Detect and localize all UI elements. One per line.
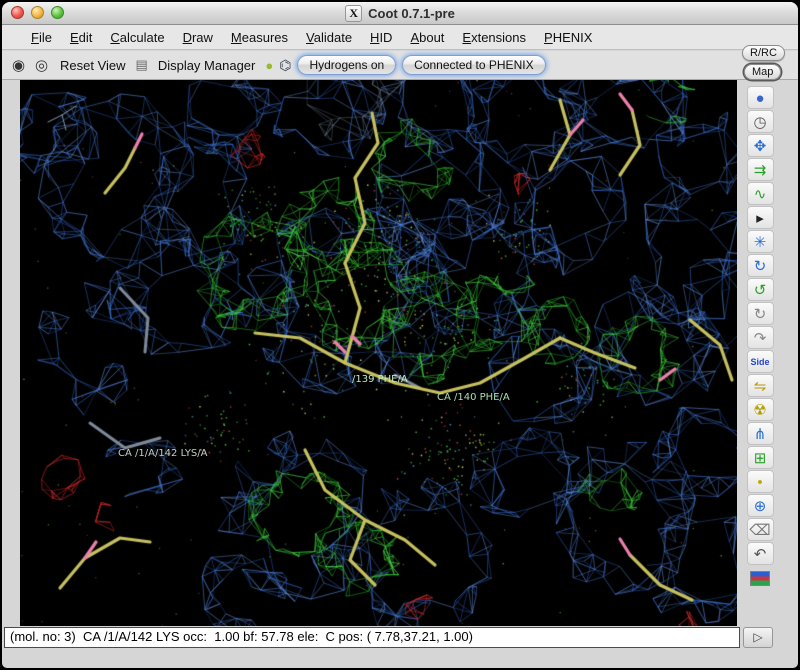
- menu-about[interactable]: About: [401, 28, 453, 47]
- menu-measures[interactable]: Measures: [222, 28, 297, 47]
- add-terminal-residue-icon[interactable]: ☢: [747, 398, 774, 421]
- menu-hid[interactable]: HID: [361, 28, 401, 47]
- window-title: Coot 0.7.1-pre: [368, 6, 455, 21]
- delete-item-icon[interactable]: ⌫: [747, 518, 774, 541]
- bond-stick-icon[interactable]: ⌬: [279, 57, 291, 74]
- rigid-body-fit-icon[interactable]: ✳: [747, 230, 774, 253]
- add-water-icon[interactable]: ⊕: [747, 494, 774, 517]
- toolbar: ◉ ◎ Reset View ▤ Display Manager ● ⌬ Hyd…: [2, 51, 798, 80]
- translate-view-icon[interactable]: ✥: [747, 134, 774, 157]
- navigation-sphere-icon[interactable]: ●: [747, 86, 774, 109]
- scene-flag-icon[interactable]: [750, 571, 770, 586]
- atom-label-phe139: /139 PHE/A: [352, 374, 408, 385]
- auto-fit-rotamer-icon[interactable]: ↺: [747, 278, 774, 301]
- hydrogens-toggle-button[interactable]: Hydrogens on: [297, 55, 396, 75]
- display-manager-button[interactable]: Display Manager: [154, 57, 260, 74]
- pointer-atom-icon[interactable]: •: [747, 470, 774, 493]
- expander-triangle-icon[interactable]: ▸: [747, 206, 774, 229]
- title-wrap: X Coot 0.7.1-pre: [2, 2, 798, 24]
- menubar: File Edit Calculate Draw Measures Valida…: [2, 25, 798, 50]
- undo-icon[interactable]: ↶: [747, 542, 774, 565]
- atom-label-phe140: CA /140 PHE/A: [437, 392, 510, 403]
- target-circle-icon-1[interactable]: ◉: [10, 56, 27, 74]
- run-script-button[interactable]: ▷: [743, 627, 773, 648]
- goto-atom-icon[interactable]: ●: [265, 58, 273, 73]
- status-bar: (mol. no: 3) CA /1/A/142 LYS occ: 1.00 b…: [4, 627, 740, 648]
- rotate-translate-icon[interactable]: ↻: [747, 254, 774, 277]
- side-chain-180-icon[interactable]: Side: [747, 350, 774, 373]
- place-atom-icon[interactable]: ⊞: [747, 446, 774, 469]
- add-alt-conf-icon[interactable]: ⋔: [747, 422, 774, 445]
- r-rc-button[interactable]: R/RC: [742, 45, 785, 61]
- phenix-connection-button[interactable]: Connected to PHENIX: [402, 55, 545, 75]
- menu-phenix[interactable]: PHENIX: [535, 28, 601, 47]
- menu-validate[interactable]: Validate: [297, 28, 361, 47]
- x11-app-icon: X: [345, 5, 362, 22]
- regularize-zone-icon[interactable]: ∿: [747, 182, 774, 205]
- titlebar[interactable]: X Coot 0.7.1-pre: [2, 2, 798, 25]
- menu-extensions[interactable]: Extensions: [453, 28, 535, 47]
- menu-calculate[interactable]: Calculate: [101, 28, 173, 47]
- gl-canvas[interactable]: [20, 80, 737, 626]
- edit-chi-angles-icon[interactable]: ↷: [747, 326, 774, 349]
- gl-viewport[interactable]: CA /1/A/142 LYS/A /139 PHE/A CA /140 PHE…: [20, 80, 737, 626]
- real-space-refine-icon[interactable]: ⇉: [747, 158, 774, 181]
- mutate-residue-icon[interactable]: ⇋: [747, 374, 774, 397]
- atom-label-lys142: CA /1/A/142 LYS/A: [118, 448, 208, 459]
- map-button[interactable]: Map: [744, 64, 781, 80]
- menu-edit[interactable]: Edit: [61, 28, 101, 47]
- reset-view-button[interactable]: Reset View: [56, 57, 130, 74]
- rotamers-icon[interactable]: ↻: [747, 302, 774, 325]
- target-circle-icon-2[interactable]: ◎: [33, 56, 50, 74]
- view-rotate-icon[interactable]: ◷: [747, 110, 774, 133]
- model-toolbar: ● ◷ ✥ ⇉ ∿ ▸ ✳ ↻ ↺ ↻ ↷ Side ⇋ ☢ ⋔ ⊞ • ⊕ ⌫…: [741, 86, 779, 586]
- coot-window: X Coot 0.7.1-pre File Edit Calculate Dra…: [2, 2, 798, 668]
- menu-draw[interactable]: Draw: [174, 28, 222, 47]
- menu-file[interactable]: File: [22, 28, 61, 47]
- display-manager-icon: ▤: [136, 57, 148, 73]
